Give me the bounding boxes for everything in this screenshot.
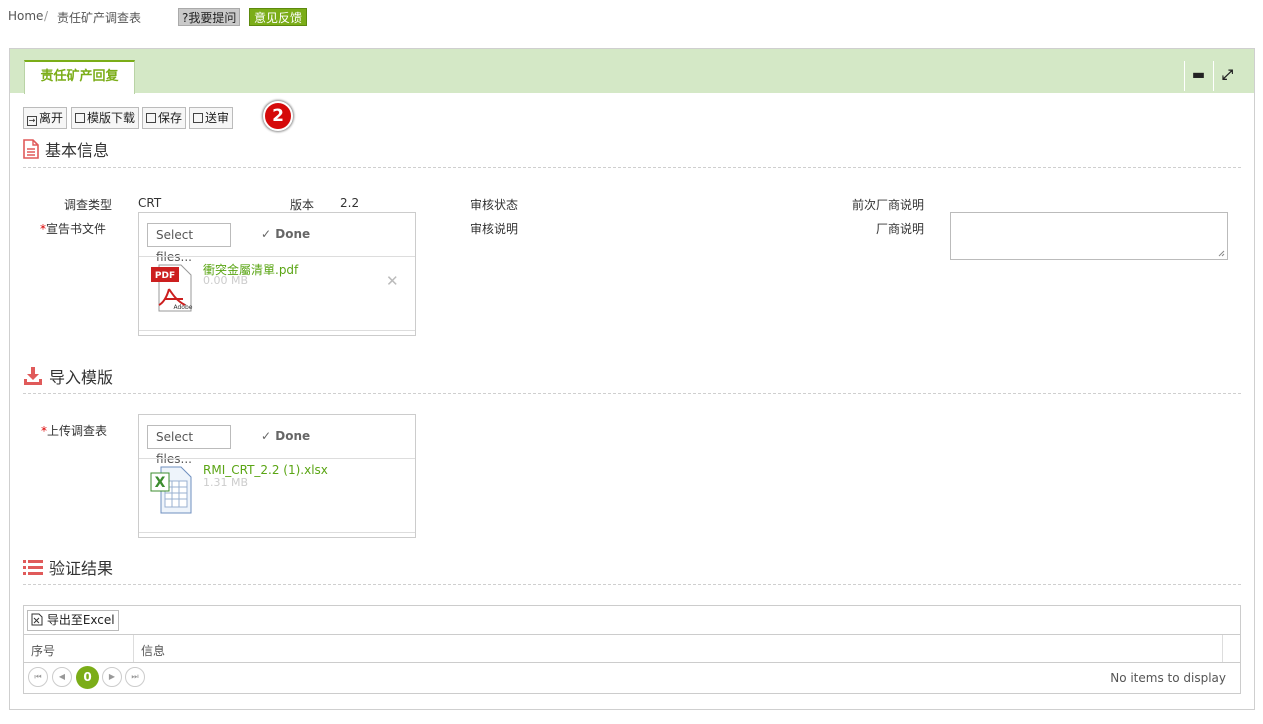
review-status-label: 审核状态 bbox=[470, 198, 519, 212]
uploaded-file-size: 0.00 MB bbox=[203, 274, 249, 287]
basic-info-title: 基本信息 bbox=[45, 141, 110, 160]
template-download-button[interactable]: 模版下载 bbox=[71, 107, 140, 129]
upload-divider bbox=[139, 256, 415, 257]
validation-title: 验证结果 bbox=[49, 559, 114, 578]
prev-page-icon[interactable]: ◀ bbox=[52, 667, 72, 687]
upload-divider bbox=[139, 330, 415, 331]
column-header-index[interactable]: 序号 bbox=[31, 642, 55, 659]
column-divider bbox=[133, 635, 134, 662]
import-section-title: 导入模版 bbox=[23, 364, 113, 390]
prev-vendor-note-label: 前次厂商说明 bbox=[852, 198, 925, 212]
section-divider bbox=[23, 393, 1241, 394]
floppy-icon bbox=[193, 113, 203, 123]
upload-divider bbox=[139, 458, 415, 459]
uploaded-file-name[interactable]: RMI_CRT_2.2 (1).xlsx bbox=[203, 463, 328, 477]
first-page-icon[interactable]: ⏮ bbox=[28, 667, 48, 687]
upload-done-status: ✓ Done bbox=[261, 429, 310, 443]
export-excel-label: 导出至Excel bbox=[46, 613, 115, 627]
breadcrumb-home[interactable]: Home bbox=[8, 9, 43, 23]
select-files-button[interactable]: Select files... bbox=[147, 425, 231, 466]
svg-text:X: X bbox=[155, 475, 166, 491]
top-bar: Home / 责任矿产调查表 ?我要提问 意见反馈 bbox=[0, 0, 1263, 34]
vendor-note-textarea[interactable] bbox=[950, 212, 1228, 260]
import-title: 导入模版 bbox=[49, 368, 114, 387]
column-header-message[interactable]: 信息 bbox=[141, 642, 165, 659]
grid-header: 序号 信息 bbox=[24, 635, 1240, 663]
step-badge: 2 bbox=[263, 101, 293, 131]
version-value: 2.2 bbox=[340, 196, 360, 210]
ask-question-button[interactable]: ?我要提问 bbox=[178, 8, 241, 26]
declaration-upload: Select files... ✓ Done PDF Adobe 衝突金屬清單.… bbox=[138, 212, 416, 336]
remove-file-icon[interactable]: ✕ bbox=[386, 272, 399, 290]
declaration-label-text: 宣告书文件 bbox=[46, 222, 107, 236]
version-label: 版本 bbox=[290, 198, 315, 212]
submit-review-button[interactable]: 送审 bbox=[189, 107, 234, 129]
export-excel-button[interactable]: 导出至Excel bbox=[27, 610, 119, 631]
tab-responsible-minerals-reply[interactable]: 责任矿产回复 bbox=[24, 60, 135, 94]
leave-label: 离开 bbox=[39, 111, 64, 125]
upload-survey-label-text: 上传调查表 bbox=[47, 424, 108, 438]
vendor-note-label: 厂商说明 bbox=[876, 222, 925, 236]
download-icon bbox=[23, 366, 43, 390]
survey-type-value: CRT bbox=[138, 196, 162, 210]
svg-text:Adobe: Adobe bbox=[174, 304, 193, 311]
list-icon bbox=[23, 559, 43, 581]
pdf-file-icon: PDF Adobe bbox=[151, 264, 193, 312]
review-note-label: 审核说明 bbox=[470, 222, 519, 236]
excel-export-icon bbox=[31, 613, 43, 626]
upload-done-status: ✓ Done bbox=[261, 227, 310, 241]
submit-label: 送审 bbox=[205, 111, 230, 125]
feedback-button[interactable]: 意见反馈 bbox=[249, 8, 308, 26]
svg-text:PDF: PDF bbox=[155, 271, 175, 281]
current-page[interactable]: 0 bbox=[76, 666, 99, 689]
panel-header: 责任矿产回复 ▬ ⤢ bbox=[10, 49, 1254, 94]
basic-info-section-title: 基本信息 bbox=[23, 137, 109, 163]
grid-toolbar: 导出至Excel bbox=[24, 606, 1240, 635]
pager-empty-text: No items to display bbox=[1110, 671, 1226, 685]
template-download-label: 模版下载 bbox=[87, 111, 136, 125]
next-page-icon[interactable]: ▶ bbox=[102, 667, 122, 687]
select-files-button[interactable]: Select files... bbox=[147, 223, 231, 264]
validation-section-title: 验证结果 bbox=[23, 555, 113, 581]
last-page-icon[interactable]: ⏭ bbox=[125, 667, 145, 687]
main-panel: 责任矿产回复 ▬ ⤢ → 离开 模版下载 保存 送审 2 基本信息 调查类型 CR… bbox=[9, 48, 1255, 710]
minus-icon[interactable]: ▬ bbox=[1184, 61, 1212, 91]
uploaded-file-size: 1.31 MB bbox=[203, 476, 249, 489]
breadcrumb-separator: / bbox=[44, 9, 49, 23]
breadcrumb-current: 责任矿产调查表 bbox=[57, 11, 142, 25]
resize-grip-icon bbox=[1218, 250, 1225, 257]
expand-icon[interactable]: ⤢ bbox=[1213, 61, 1241, 91]
check-icon: ✓ bbox=[261, 429, 272, 443]
floppy-icon bbox=[146, 113, 156, 123]
declaration-file-label: *宣告书文件 bbox=[40, 220, 106, 237]
document-icon bbox=[23, 139, 39, 163]
section-divider bbox=[23, 584, 1241, 585]
check-icon: ✓ bbox=[261, 227, 272, 241]
excel-file-icon: X bbox=[150, 466, 192, 514]
survey-upload: Select files... ✓ Done X RMI_CRT_2.2 (1)… bbox=[138, 414, 416, 538]
done-label: Done bbox=[275, 227, 311, 241]
column-divider bbox=[1222, 635, 1223, 662]
grid-pager: ⏮ ◀ 0 ▶ ⏭ No items to display bbox=[24, 663, 1240, 693]
validation-grid: 导出至Excel 序号 信息 ⏮ ◀ 0 ▶ ⏭ No items to dis… bbox=[23, 605, 1241, 694]
upload-divider bbox=[139, 532, 415, 533]
exit-icon: → bbox=[27, 116, 37, 126]
done-label: Done bbox=[275, 429, 311, 443]
upload-survey-label: *上传调查表 bbox=[41, 422, 107, 439]
floppy-icon bbox=[75, 113, 85, 123]
leave-button[interactable]: → 离开 bbox=[23, 107, 68, 129]
survey-type-label: 调查类型 bbox=[64, 198, 113, 212]
section-divider bbox=[23, 167, 1241, 168]
save-button[interactable]: 保存 bbox=[142, 107, 187, 129]
save-label: 保存 bbox=[158, 111, 183, 125]
